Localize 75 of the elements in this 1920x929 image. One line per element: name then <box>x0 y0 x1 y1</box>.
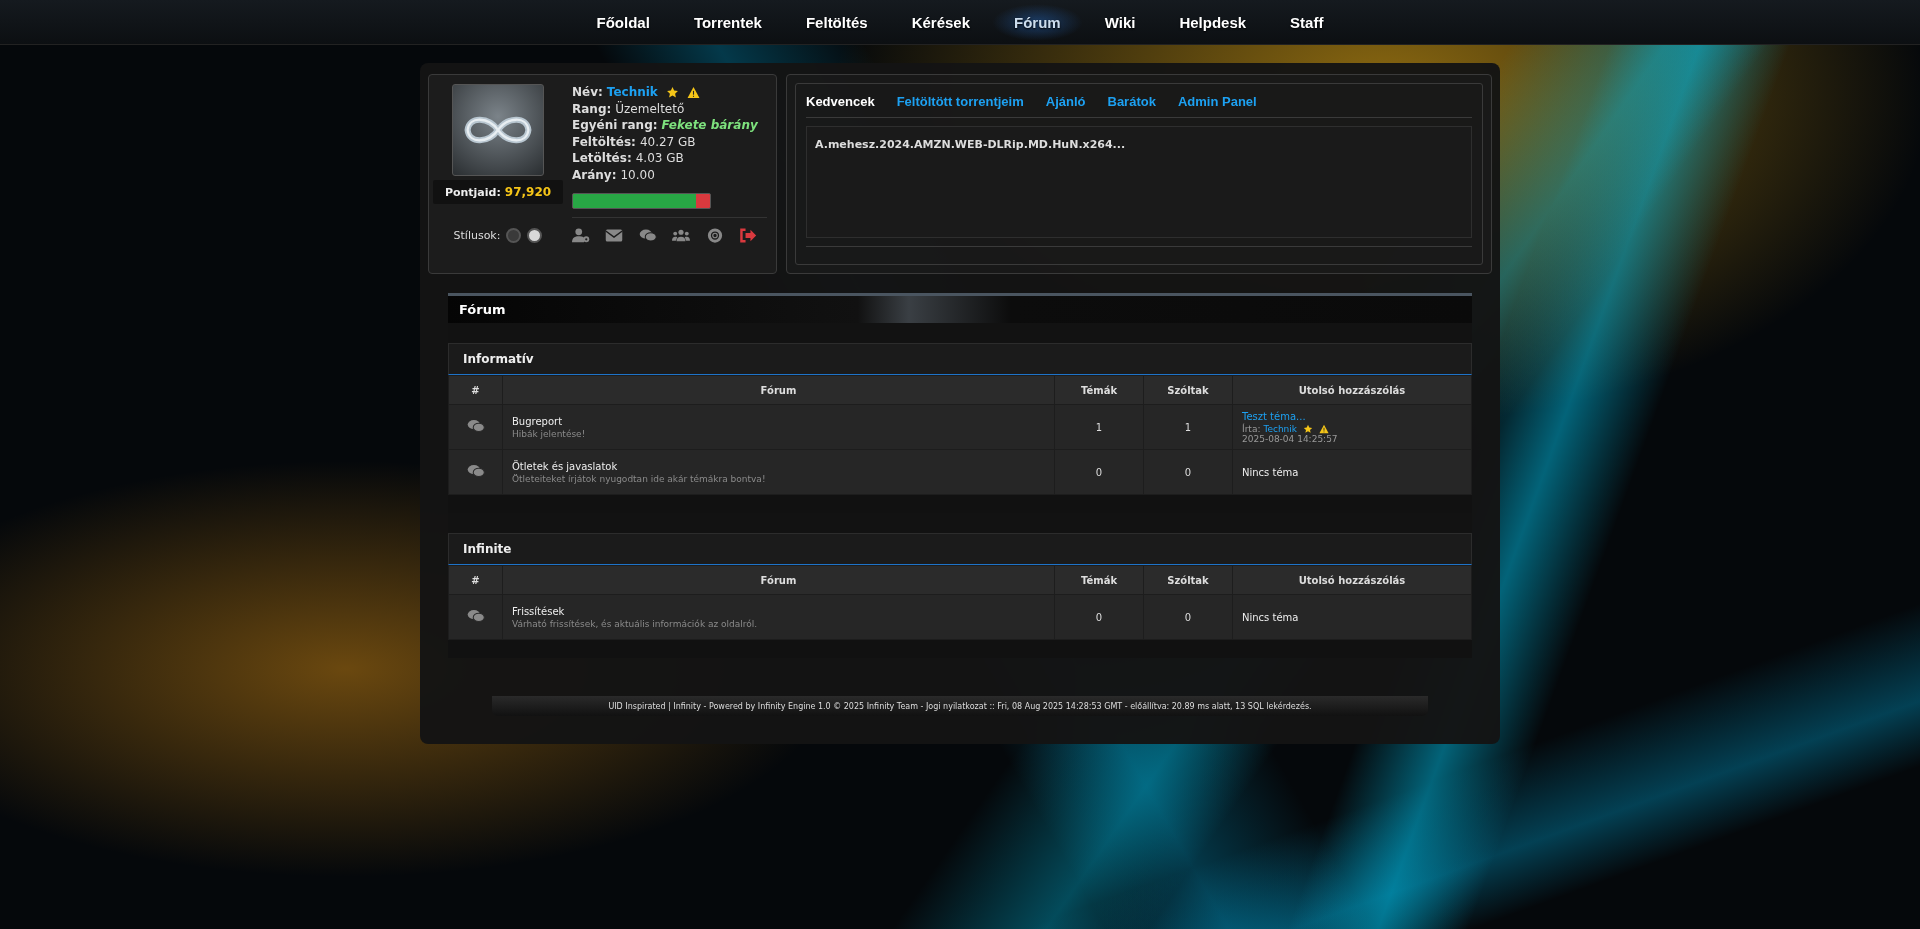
column-header: Utolsó hozzászólás <box>1232 375 1472 405</box>
torrent-link[interactable]: A.mehesz.2024.AMZN.WEB-DLRip.MD.HuN.x264... <box>815 138 1126 151</box>
field-label: Név: <box>572 84 603 101</box>
star-icon <box>1303 423 1313 434</box>
footer-text: UID Inspirated | Infinity - Powered by Infinity Engine 1.0 © 2025 Infinity Team - Jogi nyilatkozat :: Fri, 08 Aug 2025 14:28:53 GMT - előállítva: 20.89 ms alatt, 13 SQL lekérdezés. <box>608 701 1312 711</box>
styles-label: Stílusok: <box>453 229 501 242</box>
username-link[interactable]: Technik <box>606 84 658 101</box>
column-header: Fórum <box>502 375 1055 405</box>
posts-count: 1 <box>1143 404 1233 450</box>
forum-description: Ötleteiteket írjátok nyugodtan ide akár témákra bontva! <box>512 473 767 484</box>
envelope-icon[interactable] <box>605 228 624 243</box>
forum-description: Hibák jelentése! <box>512 428 587 439</box>
author-label: Írta: <box>1242 423 1261 434</box>
points-value: 97,920 <box>504 185 552 199</box>
nav-link[interactable]: Kérések <box>889 3 993 41</box>
posts-count: 0 <box>1143 449 1233 495</box>
points-label: Pontjaid: <box>444 186 501 199</box>
topic-link[interactable]: Teszt téma... <box>1242 410 1306 422</box>
column-header: Fórum <box>502 565 1055 595</box>
tab[interactable]: Ajánló <box>1045 94 1086 109</box>
nav-link[interactable]: Főoldal <box>574 3 672 41</box>
column-header: Témák <box>1054 375 1144 405</box>
topics-count: 1 <box>1054 404 1144 450</box>
topics-count: 0 <box>1054 449 1144 495</box>
forum-description: Várható frissítések, és aktuális információk az oldalról. <box>512 618 759 629</box>
user-settings-icon[interactable] <box>572 228 590 243</box>
field-value: Fekete bárány <box>661 117 758 134</box>
field-label: Rang: <box>572 100 612 117</box>
field-value: 4.03 GB <box>635 150 684 167</box>
field-label: Letöltés: <box>572 150 632 167</box>
column-header: Témák <box>1054 565 1144 595</box>
posts-count: 0 <box>1143 594 1233 640</box>
tab[interactable]: Barátok <box>1107 94 1156 109</box>
forum-link[interactable]: Ötletek és javaslatok <box>512 460 618 472</box>
warning-icon <box>686 85 700 99</box>
nav-link[interactable]: Staff <box>1268 3 1346 41</box>
field-value: 10.00 <box>620 166 655 183</box>
style-option[interactable] <box>527 228 543 243</box>
field-label: Feltöltés: <box>572 133 636 150</box>
column-header: # <box>448 375 503 405</box>
nav-link[interactable]: Helpdesk <box>1157 3 1269 41</box>
chat-icon <box>466 464 485 478</box>
category-title: Infinite <box>448 533 1472 565</box>
column-header: Szóltak <box>1143 375 1233 405</box>
chat-icon[interactable] <box>638 228 657 243</box>
nav-link[interactable]: Torrentek <box>671 3 784 41</box>
author-link[interactable]: Technik <box>1263 423 1297 434</box>
no-topic-text: Nincs téma <box>1242 611 1299 623</box>
chat-icon <box>466 609 485 623</box>
category-title: Informatív <box>448 343 1472 375</box>
field-value: 40.27 GB <box>639 133 696 150</box>
users-icon[interactable] <box>672 228 691 243</box>
topics-count: 0 <box>1054 594 1144 640</box>
nav-link[interactable]: Wiki <box>1082 3 1158 41</box>
nav-link[interactable]: Fórum <box>992 3 1083 41</box>
forum-link[interactable]: Frissítések <box>512 605 565 617</box>
column-header: Szóltak <box>1143 565 1233 595</box>
warning-icon <box>1319 423 1329 434</box>
chat-icon <box>466 419 485 433</box>
lifebuoy-icon[interactable] <box>705 228 724 243</box>
forum-title: Fórum <box>448 293 1472 323</box>
star-icon <box>665 85 679 99</box>
tab[interactable]: Admin Panel <box>1177 94 1257 109</box>
forum-link[interactable]: Bugreport <box>512 415 563 427</box>
field-value: Üzemeltető <box>615 100 685 117</box>
nav-link[interactable]: Feltöltés <box>783 3 890 41</box>
no-topic-text: Nincs téma <box>1242 466 1299 478</box>
tab[interactable]: Kedvencek <box>806 94 875 109</box>
column-header: # <box>448 565 503 595</box>
tab[interactable]: Feltöltött torrentjeim <box>896 94 1024 109</box>
column-header: Utolsó hozzászólás <box>1232 565 1472 595</box>
logout-icon[interactable] <box>738 228 757 243</box>
field-label: Egyéni rang: <box>572 117 658 134</box>
field-label: Arány: <box>572 166 617 183</box>
post-date: 2025-08-04 14:25:57 <box>1242 433 1339 444</box>
